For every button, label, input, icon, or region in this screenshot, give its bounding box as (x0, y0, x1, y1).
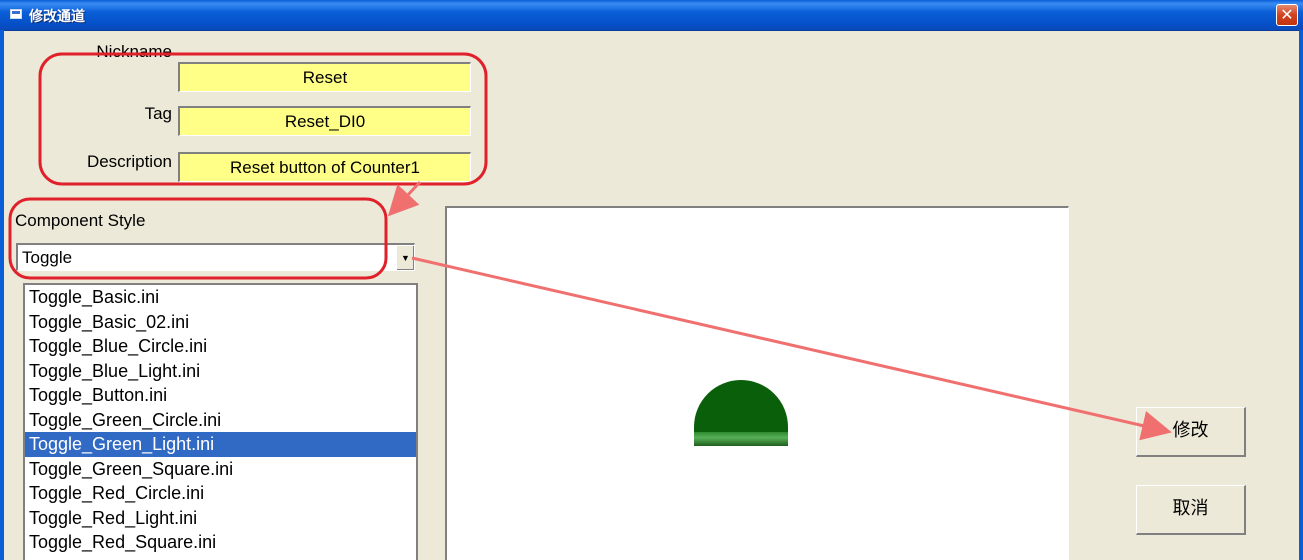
modify-button[interactable]: 修改 (1136, 407, 1246, 457)
list-item[interactable]: Toggle_Green_Circle.ini (25, 408, 416, 433)
nickname-label: Nickname (96, 42, 172, 61)
window-border-right (1299, 30, 1303, 560)
component-style-label: Component Style (15, 211, 146, 230)
app-icon (10, 9, 22, 19)
list-item[interactable]: Toggle_Blue_Circle.ini (25, 334, 416, 359)
arrow-to-style (387, 180, 422, 217)
style-file-list[interactable]: Toggle_Basic.ini Toggle_Basic_02.ini Tog… (23, 283, 418, 560)
close-icon: ✕ (1280, 5, 1294, 24)
list-item[interactable]: Toggle_Red_Square.ini (25, 530, 416, 555)
list-item[interactable]: Toggle_Green_Square.ini (25, 457, 416, 482)
tag-label: Tag (144, 104, 172, 123)
list-item[interactable]: Toggle_Button.ini (25, 383, 416, 408)
lamp-dome (694, 380, 788, 438)
list-item[interactable]: Toggle_Red_Circle.ini (25, 481, 416, 506)
green-light-icon (694, 380, 788, 450)
dropdown-arrow-icon[interactable]: ▼ (396, 245, 414, 270)
list-item[interactable]: Toggle_Basic_02.ini (25, 310, 416, 335)
window-title: 修改通道 (29, 9, 85, 25)
tag-field[interactable]: Reset_DI0 (178, 106, 471, 136)
component-style-select[interactable]: Toggle ▼ (16, 243, 415, 271)
close-button[interactable]: ✕ (1276, 4, 1298, 26)
list-item[interactable]: Toggle_Basic.ini (25, 285, 416, 310)
list-item[interactable]: Toggle_Red_Light.ini (25, 506, 416, 531)
lamp-base (694, 432, 788, 446)
preview-pane (445, 206, 1069, 560)
nickname-field[interactable]: Reset (178, 62, 471, 92)
cancel-button[interactable]: 取消 (1136, 485, 1246, 535)
description-label: Description (86, 152, 172, 171)
list-item[interactable]: Toggle_Blue_Light.ini (25, 359, 416, 384)
window-border-left (0, 30, 4, 560)
component-style-value: Toggle (22, 248, 73, 267)
description-field[interactable]: Reset button of Counter1 (178, 152, 471, 182)
title-bar: 修改通道 ✕ (0, 0, 1303, 31)
list-item-selected[interactable]: Toggle_Green_Light.ini (25, 432, 416, 457)
